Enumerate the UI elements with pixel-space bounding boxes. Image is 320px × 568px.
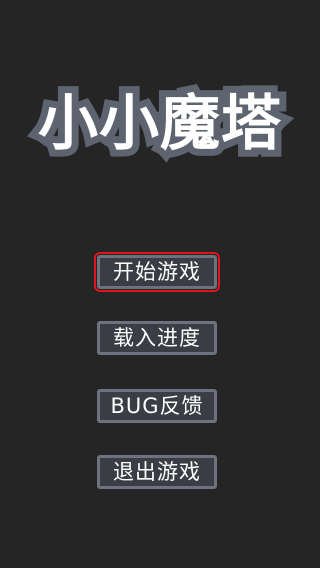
bug-feedback-button[interactable]: BUG反馈: [97, 389, 217, 423]
main-menu-screen: 小小魔塔 开始游戏 载入进度 BUG反馈 退出游戏: [0, 0, 320, 568]
start-game-button[interactable]: 开始游戏: [94, 252, 220, 292]
load-progress-button[interactable]: 载入进度: [97, 321, 217, 355]
game-title: 小小魔塔: [31, 82, 288, 166]
exit-game-button[interactable]: 退出游戏: [97, 455, 217, 489]
